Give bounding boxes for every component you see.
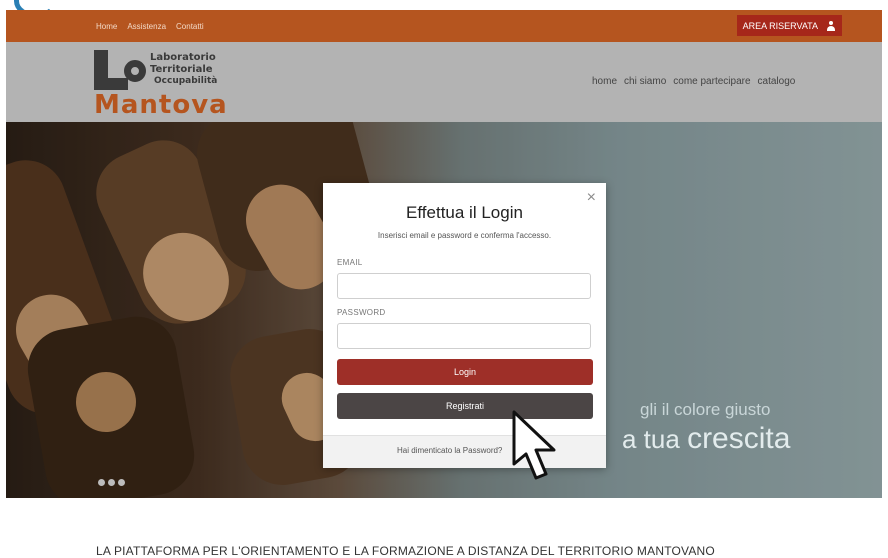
logo-o-shape <box>124 60 146 82</box>
area-riservata-label: AREA RISERVATA <box>742 20 818 31</box>
logo-l-base <box>94 78 128 90</box>
user-icon <box>826 20 836 31</box>
forgot-password-link[interactable]: Hai dimenticato la Password? <box>397 446 502 455</box>
slider-dots <box>98 479 125 486</box>
area-riservata-button[interactable]: AREA RISERVATA <box>736 15 842 36</box>
logo-line2: Territoriale <box>150 64 213 75</box>
logo-line1: Laboratorio <box>150 52 216 63</box>
password-label: PASSWORD <box>337 308 386 317</box>
site-header: Laboratorio Territoriale Occupabilità Ma… <box>6 42 882 122</box>
top-bar: Home Assistenza Contatti AREA RISERVATA <box>6 10 882 42</box>
modal-title: Effettua il Login <box>406 203 523 222</box>
hero-slogan-big: crescita <box>687 422 791 455</box>
nav-catalogo[interactable]: catalogo <box>758 76 796 87</box>
nav-come-partecipare[interactable]: come partecipare <box>673 76 750 87</box>
hero-slogan-prefix: a tua <box>622 424 680 454</box>
logo[interactable]: Laboratorio Territoriale Occupabilità Ma… <box>94 48 244 120</box>
nav-chi-siamo[interactable]: chi siamo <box>624 76 666 87</box>
nav-home[interactable]: home <box>592 76 617 87</box>
slider-dot[interactable] <box>118 479 125 486</box>
modal-subtitle: Inserisci email e password e conferma l'… <box>377 231 552 240</box>
logo-line3: Occupabilità <box>154 76 218 86</box>
top-link-assistenza[interactable]: Assistenza <box>127 22 166 31</box>
email-label: EMAIL <box>337 258 363 267</box>
top-link-home[interactable]: Home <box>96 22 117 31</box>
password-field[interactable] <box>337 323 591 349</box>
hero-slogan-line1: gli il colore giusto <box>640 400 771 419</box>
slider-dot[interactable] <box>108 479 115 486</box>
slider-dot[interactable] <box>98 479 105 486</box>
main-nav: home chi siamo come partecipare catalogo <box>592 76 795 87</box>
top-links: Home Assistenza Contatti <box>96 10 204 42</box>
hero-slogan-line2: a tua crescita <box>622 422 790 456</box>
email-field[interactable] <box>337 273 591 299</box>
login-button[interactable]: Login <box>337 359 593 385</box>
platform-tagline: LA PIATTAFORMA PER L'ORIENTAMENTO E LA F… <box>96 544 715 558</box>
logo-city: Mantova <box>94 90 228 120</box>
top-link-contatti[interactable]: Contatti <box>176 22 204 31</box>
top-strip <box>0 0 888 18</box>
mouse-pointer-icon <box>512 410 556 480</box>
